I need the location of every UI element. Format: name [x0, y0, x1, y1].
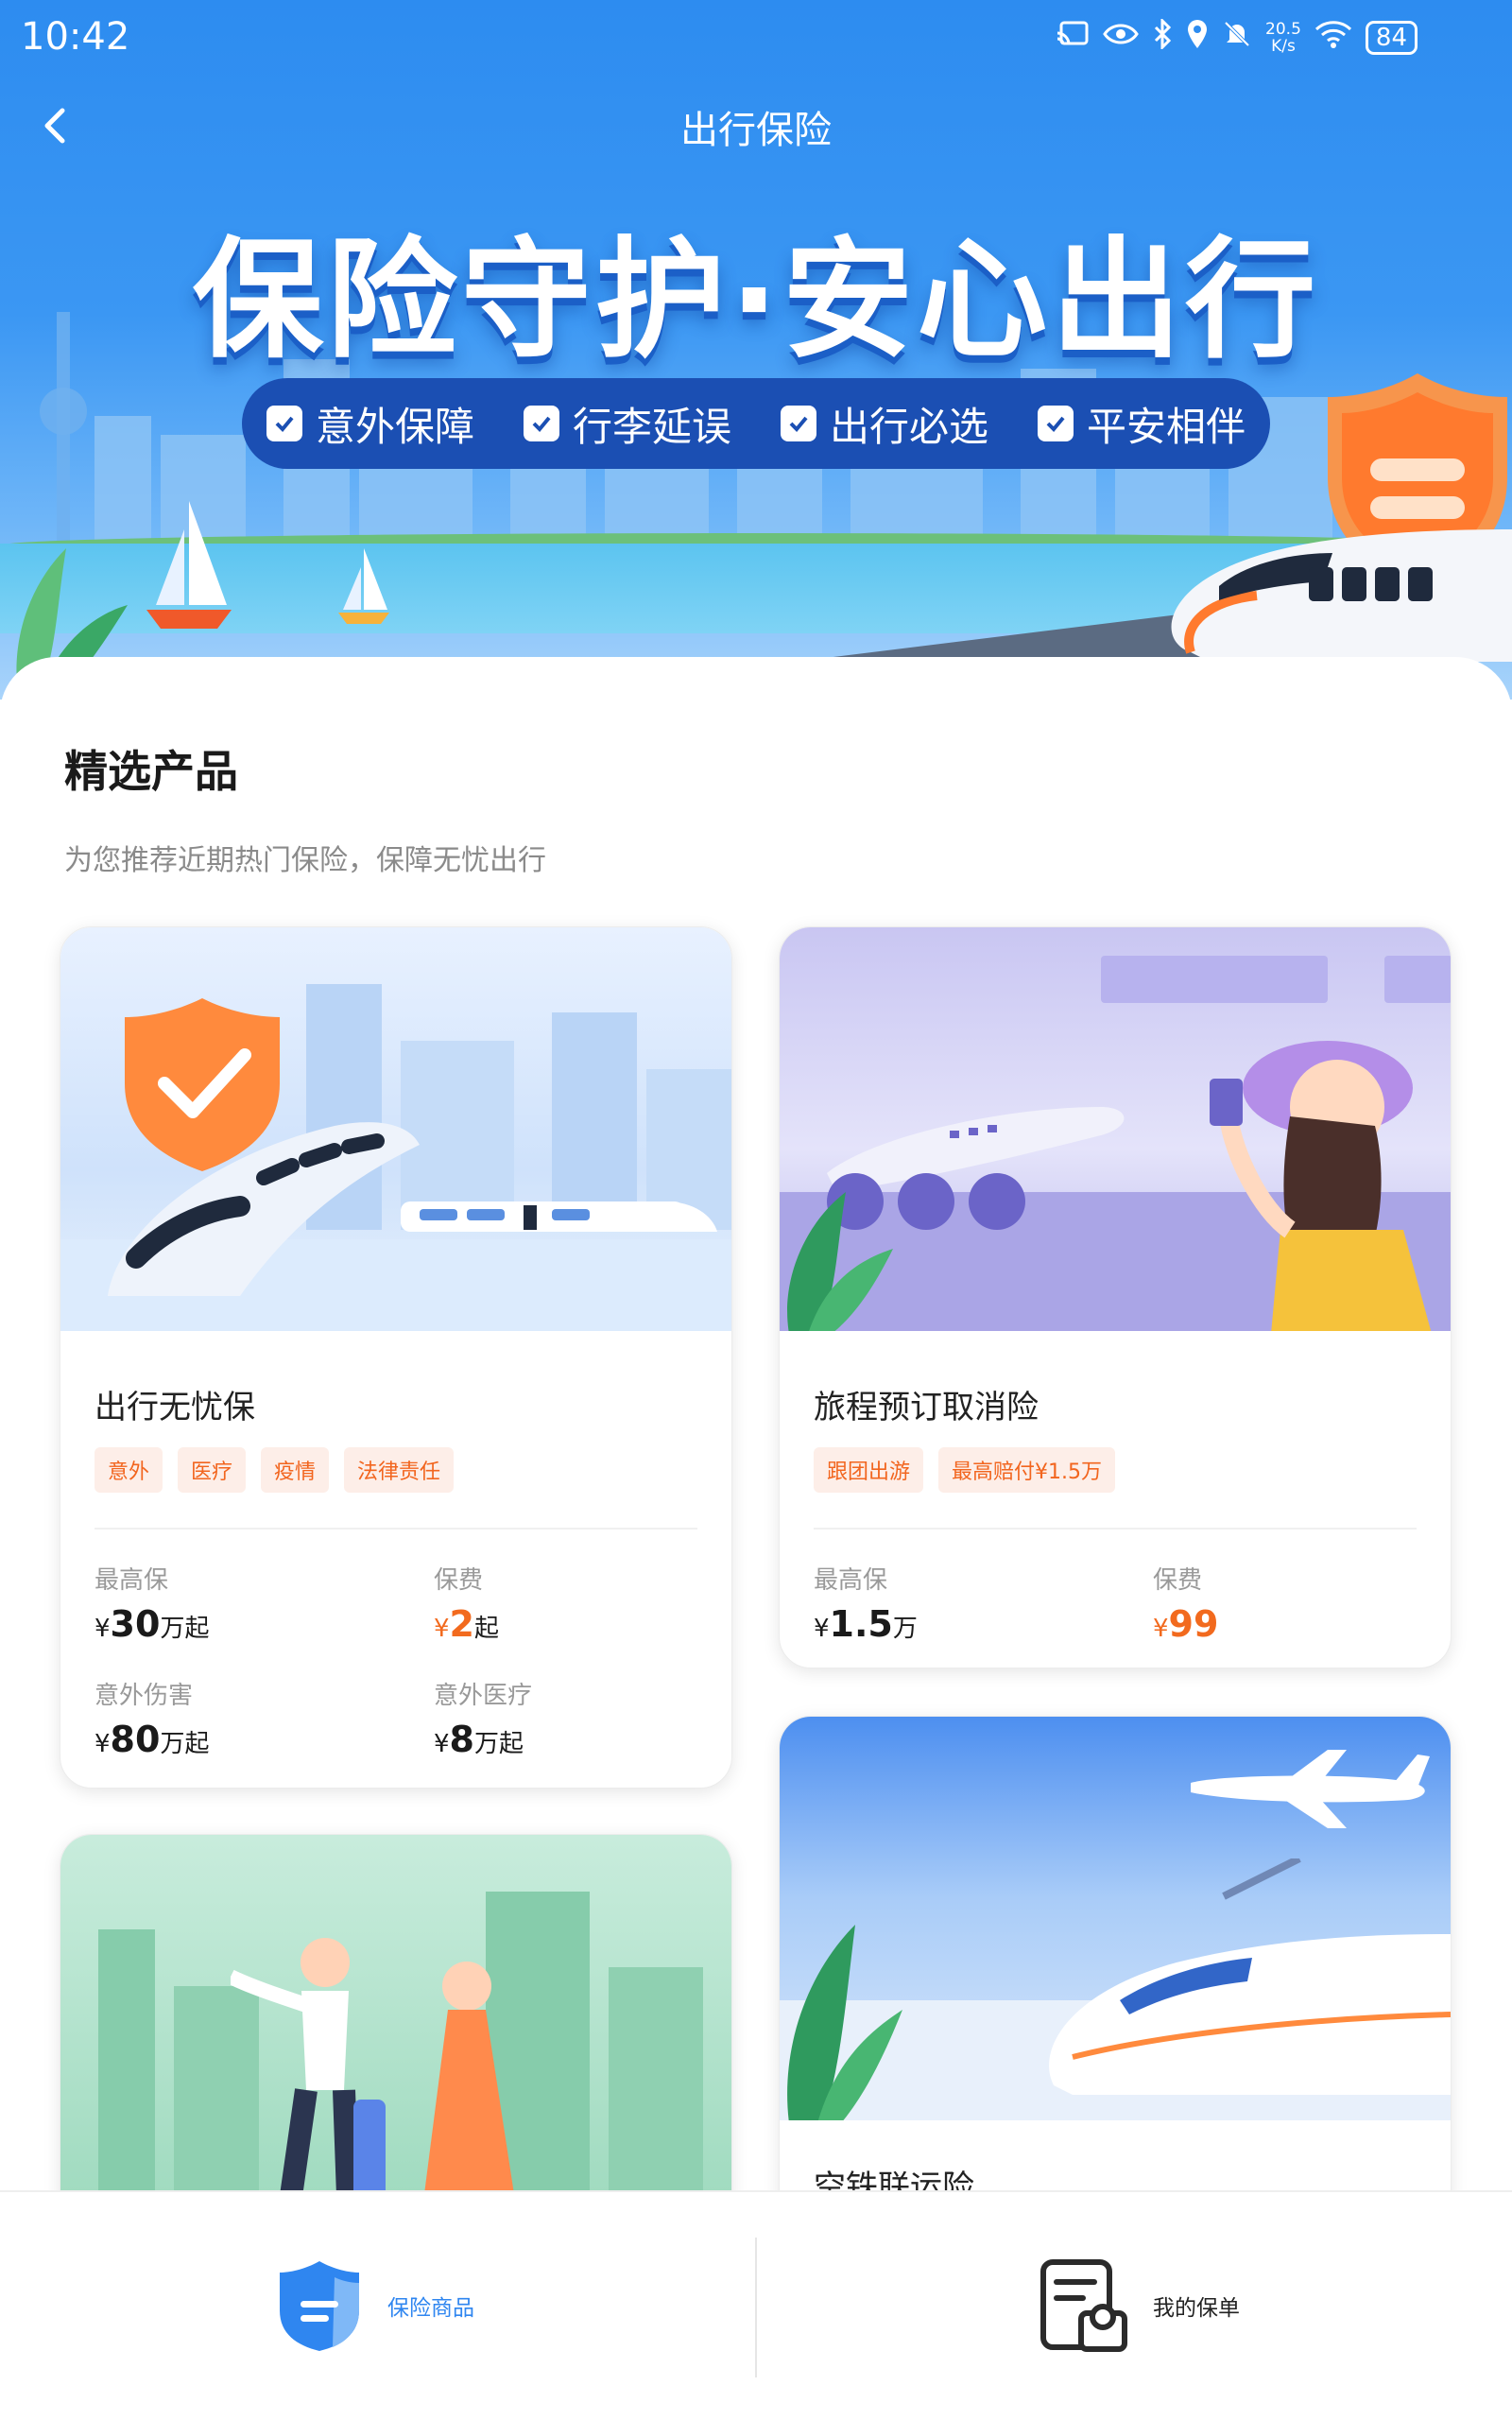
bullet-train-icon — [108, 1122, 420, 1296]
plant-illustration — [787, 1192, 893, 1331]
stat-value: ¥30万起 — [94, 1603, 210, 1645]
policy-document-icon — [1040, 2259, 1127, 2352]
product-tag: 医疗 — [178, 1447, 247, 1493]
stat-label: 最高保 — [94, 1566, 169, 1595]
product-name: 旅程预订取消险 — [814, 1389, 1039, 1426]
status-icons: 20.5 K/s 84 — [1056, 17, 1418, 57]
feature-item: 平安相伴 — [1037, 395, 1246, 453]
product-tag: 意外 — [94, 1447, 163, 1493]
bullet-train-icon — [1171, 529, 1512, 662]
page-title: 出行保险 — [680, 109, 832, 152]
feature-item: 意外保障 — [266, 395, 474, 453]
product-card-trip-cancellation[interactable]: 旅程预订取消险 跟团出游 最高赔付¥1.5万 最高保 ¥1.5万 保费 ¥99 — [779, 926, 1452, 1668]
eye-icon — [1103, 21, 1139, 55]
sailboat-icon — [338, 548, 389, 624]
stat-value: ¥80万起 — [94, 1719, 210, 1760]
battery-indicator: 84 — [1365, 21, 1418, 55]
stat-label: 最高保 — [814, 1566, 888, 1595]
product-section: 精选产品 为您推荐近期热门保险，保障无忧出行 出行无忧保 意外 医疗 疫情 法律… — [0, 657, 1512, 2420]
stat-label: 意外伤害 — [94, 1682, 194, 1710]
status-time: 10:42 — [21, 15, 130, 59]
feature-pill: 意外保障 行李延误 出行必选 平安相伴 — [242, 378, 1270, 469]
product-tags: 意外 医疗 疫情 法律责任 — [94, 1447, 455, 1493]
product-card-air-rail[interactable]: 空铁联运险 — [779, 1716, 1452, 2259]
checkbox-icon — [1037, 406, 1074, 441]
section-title: 精选产品 — [64, 746, 238, 797]
tab-label: 我的保单 — [1153, 2296, 1240, 2321]
sailboat-icon — [146, 501, 232, 629]
bullet-train-icon — [1049, 1858, 1451, 2095]
divider — [94, 1528, 697, 1530]
cast-icon — [1056, 20, 1090, 56]
section-subtitle: 为您推荐近期热门保险，保障无忧出行 — [64, 844, 546, 877]
bluetooth-icon — [1152, 17, 1173, 57]
nav-bar: 出行保险 — [0, 90, 1512, 156]
product-card-travel-worry-free[interactable]: 出行无忧保 意外 医疗 疫情 法律责任 最高保 ¥30万起 保费 ¥2起 意外伤… — [60, 926, 732, 1789]
wifi-icon — [1314, 20, 1352, 56]
checkbox-icon — [266, 406, 302, 441]
product-name: 出行无忧保 — [94, 1389, 255, 1426]
tab-label: 保险商品 — [387, 2296, 474, 2321]
stat-label: 保费 — [1153, 1566, 1203, 1595]
location-icon — [1186, 19, 1209, 57]
product-tags: 跟团出游 最高赔付¥1.5万 — [814, 1447, 1116, 1493]
product-tag: 法律责任 — [344, 1447, 455, 1493]
status-bar: 10:42 20.5 K/s 84 — [0, 0, 1512, 76]
product-tag: 最高赔付¥1.5万 — [938, 1447, 1116, 1493]
tab-my-policies[interactable]: 我的保单 — [1040, 2258, 1240, 2353]
airplane-icon — [1191, 1750, 1430, 1828]
tab-insurance-products[interactable]: 保险商品 — [276, 2258, 474, 2353]
tab-divider — [755, 2238, 757, 2377]
hero-slogan: 保险守护·安心出行 — [192, 224, 1320, 376]
plant-illustration — [787, 1925, 902, 2120]
stat-value: ¥2起 — [434, 1603, 500, 1645]
product-image — [60, 927, 731, 1331]
checkbox-icon — [523, 406, 559, 441]
train-icon — [401, 1201, 717, 1232]
shield-icon — [280, 2261, 359, 2351]
feature-item: 行李延误 — [523, 395, 731, 453]
stat-label: 意外医疗 — [434, 1682, 533, 1710]
hero-banner: 10:42 20.5 K/s 84 出行保险 保险守护·安心出行 意外保障 行李… — [0, 0, 1512, 700]
divider — [814, 1528, 1417, 1530]
traveler-woman-illustration — [1210, 1041, 1432, 1331]
stat-value: ¥99 — [1153, 1603, 1219, 1645]
bottom-tab-bar: 保险商品 我的保单 — [0, 2190, 1512, 2420]
product-tag: 跟团出游 — [814, 1447, 924, 1493]
product-image — [780, 927, 1451, 1331]
checkbox-icon — [780, 406, 816, 441]
stat-value: ¥1.5万 — [814, 1603, 918, 1645]
stat-label: 保费 — [434, 1566, 484, 1595]
feature-item: 出行必选 — [780, 395, 988, 453]
net-speed: 20.5 K/s — [1265, 20, 1301, 56]
stat-value: ¥8万起 — [434, 1719, 524, 1760]
product-tag: 疫情 — [261, 1447, 330, 1493]
product-image — [780, 1717, 1451, 2120]
mute-bell-icon — [1222, 19, 1252, 57]
